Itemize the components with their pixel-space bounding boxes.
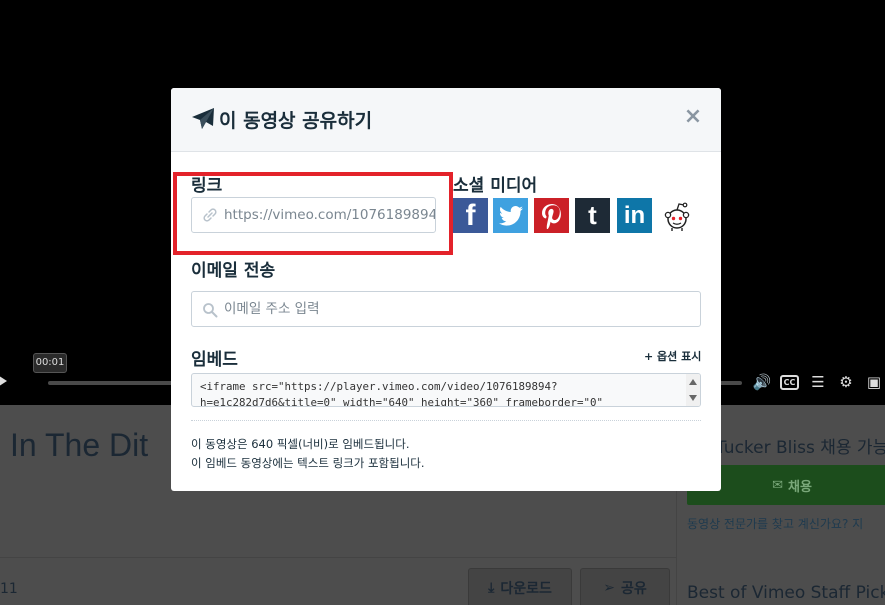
volume-icon[interactable]: 🔊 xyxy=(752,373,772,391)
email-field[interactable] xyxy=(191,291,701,327)
divider xyxy=(0,557,676,558)
embed-code-box[interactable]: <iframe src="https://player.vimeo.com/vi… xyxy=(191,373,701,407)
tumblr-icon: t xyxy=(588,200,597,230)
video-title: In The Dit xyxy=(10,427,149,463)
scroll-down-icon[interactable] xyxy=(689,395,697,401)
hire-title: Tucker Bliss 채용 가능 xyxy=(716,438,885,458)
transcript-icon[interactable]: ☰ xyxy=(808,373,828,391)
view-count: 11 xyxy=(0,581,18,597)
linkedin-share-button[interactable]: in xyxy=(617,198,652,233)
pinterest-share-button[interactable] xyxy=(534,198,569,233)
twitter-share-button[interactable] xyxy=(493,198,528,233)
embed-note-width: 이 동영상은 640 픽셀(너비)로 임베드됩니다. xyxy=(191,437,410,451)
captions-icon[interactable]: CC xyxy=(780,375,799,390)
download-icon: ⤓ xyxy=(488,580,495,596)
linkedin-icon: in xyxy=(623,201,646,229)
tumblr-share-button[interactable]: t xyxy=(575,198,610,233)
embed-note-link: 이 임베드 동영상에는 텍스트 링크가 포함됩니다. xyxy=(191,456,425,470)
download-label: 다운로드 xyxy=(500,581,552,597)
play-icon[interactable] xyxy=(0,374,7,388)
embed-scrollbar[interactable] xyxy=(686,374,700,406)
close-button[interactable]: × xyxy=(682,106,704,128)
reddit-icon xyxy=(664,202,690,231)
hire-subtitle: 동영상 전문가를 찾고 계신가요? 지 xyxy=(687,517,864,531)
email-label: 이메일 전송 xyxy=(191,261,276,281)
modal-header: 이 동영상 공유하기 × xyxy=(171,88,721,152)
share-label: 공유 xyxy=(620,581,647,597)
hire-label: 채용 xyxy=(787,479,812,495)
facebook-icon: f xyxy=(465,198,476,232)
time-tooltip: 00:01 xyxy=(33,353,67,373)
sidebar-heading: Best of Vimeo Staff Pick xyxy=(687,583,885,603)
pip-icon[interactable]: ▣ xyxy=(864,373,884,391)
scroll-up-icon[interactable] xyxy=(689,379,697,385)
share-modal: 이 동영상 공유하기 × 링크 소셜 미디어 f t in xyxy=(171,88,721,491)
embed-label: 임베드 xyxy=(191,350,238,370)
twitter-icon xyxy=(498,205,523,226)
mail-icon: ✉ xyxy=(772,477,783,493)
download-button[interactable]: ⤓ 다운로드 xyxy=(468,568,572,605)
facebook-share-button[interactable]: f xyxy=(453,198,488,233)
embed-code[interactable]: <iframe src="https://player.vimeo.com/vi… xyxy=(200,379,680,406)
email-input[interactable] xyxy=(224,292,694,326)
social-label: 소셜 미디어 xyxy=(453,176,538,196)
show-options-link[interactable]: + 옵션 표시 xyxy=(644,348,701,364)
highlight-box xyxy=(173,172,453,255)
gear-icon[interactable]: ⚙ xyxy=(836,373,856,391)
send-icon: ➢ xyxy=(603,580,615,596)
paper-plane-icon xyxy=(192,108,214,129)
modal-title: 이 동영상 공유하기 xyxy=(219,110,373,132)
share-button[interactable]: ➢ 공유 xyxy=(580,568,670,605)
reddit-share-button[interactable] xyxy=(661,198,693,233)
pinterest-icon xyxy=(541,203,561,229)
divider xyxy=(191,420,701,421)
search-icon xyxy=(203,303,218,318)
